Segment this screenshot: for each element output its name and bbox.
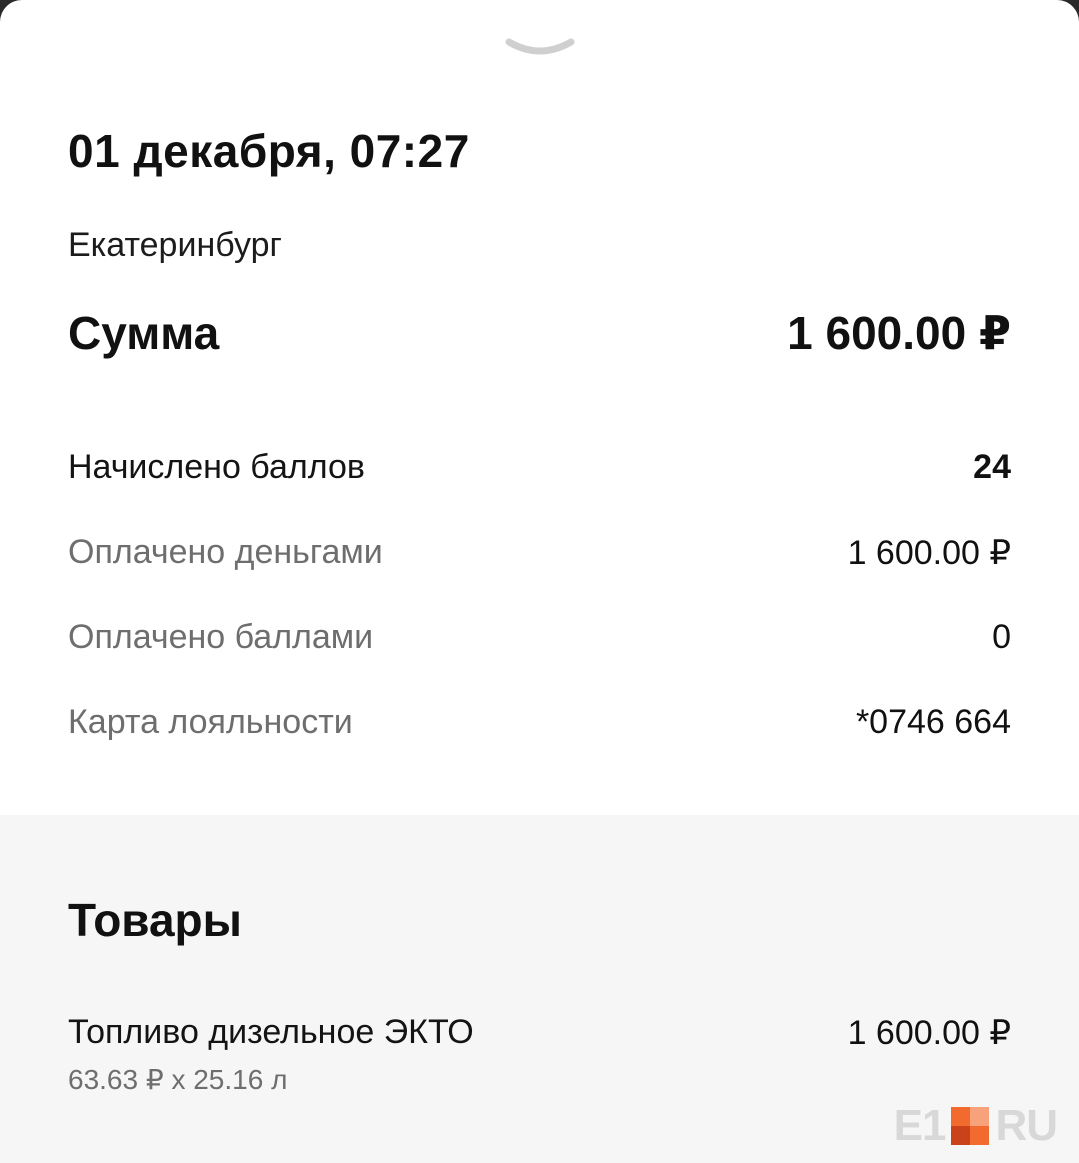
transaction-date-time: 01 декабря, 07:27 <box>68 125 470 177</box>
loyalty-card-label: Карта лояльности <box>68 703 353 741</box>
transaction-details-sheet: 01 декабря, 07:27 Екатеринбург Сумма 1 6… <box>0 0 1079 1163</box>
goods-item-price: 1 600.00 ₽ <box>847 1014 1011 1052</box>
points-earned-label: Начислено баллов <box>68 448 365 486</box>
total-sum-label: Сумма <box>68 307 220 359</box>
total-sum-value: 1 600.00 ₽ <box>787 307 1011 359</box>
loyalty-card-value: *0746 664 <box>855 703 1011 741</box>
paid-money-value: 1 600.00 ₽ <box>847 534 1011 572</box>
watermark-right-text: RU <box>995 1101 1058 1150</box>
total-sum-row: Сумма 1 600.00 ₽ <box>68 306 1011 366</box>
paid-money-label: Оплачено деньгами <box>68 533 383 571</box>
paid-points-row: Оплачено баллами 0 <box>68 618 1011 666</box>
watermark-squares-icon <box>951 1107 990 1145</box>
goods-item-name: Топливо дизельное ЭКТО <box>68 1013 474 1051</box>
goods-title: Товары <box>68 894 242 946</box>
paid-points-value: 0 <box>992 618 1011 656</box>
transaction-city: Екатеринбург <box>68 226 282 264</box>
paid-money-row: Оплачено деньгами 1 600.00 ₽ <box>68 533 1011 581</box>
points-earned-value: 24 <box>973 448 1011 486</box>
chevron-down-icon[interactable] <box>505 34 575 60</box>
loyalty-card-row: Карта лояльности *0746 664 <box>68 703 1011 751</box>
goods-item-detail: 63.63 ₽ x 25.16 л <box>68 1064 288 1095</box>
e1-watermark-logo: E1 RU <box>893 1101 1058 1150</box>
watermark-left-text: E1 <box>893 1101 947 1150</box>
paid-points-label: Оплачено баллами <box>68 618 374 656</box>
points-earned-row: Начислено баллов 24 <box>68 448 1011 496</box>
